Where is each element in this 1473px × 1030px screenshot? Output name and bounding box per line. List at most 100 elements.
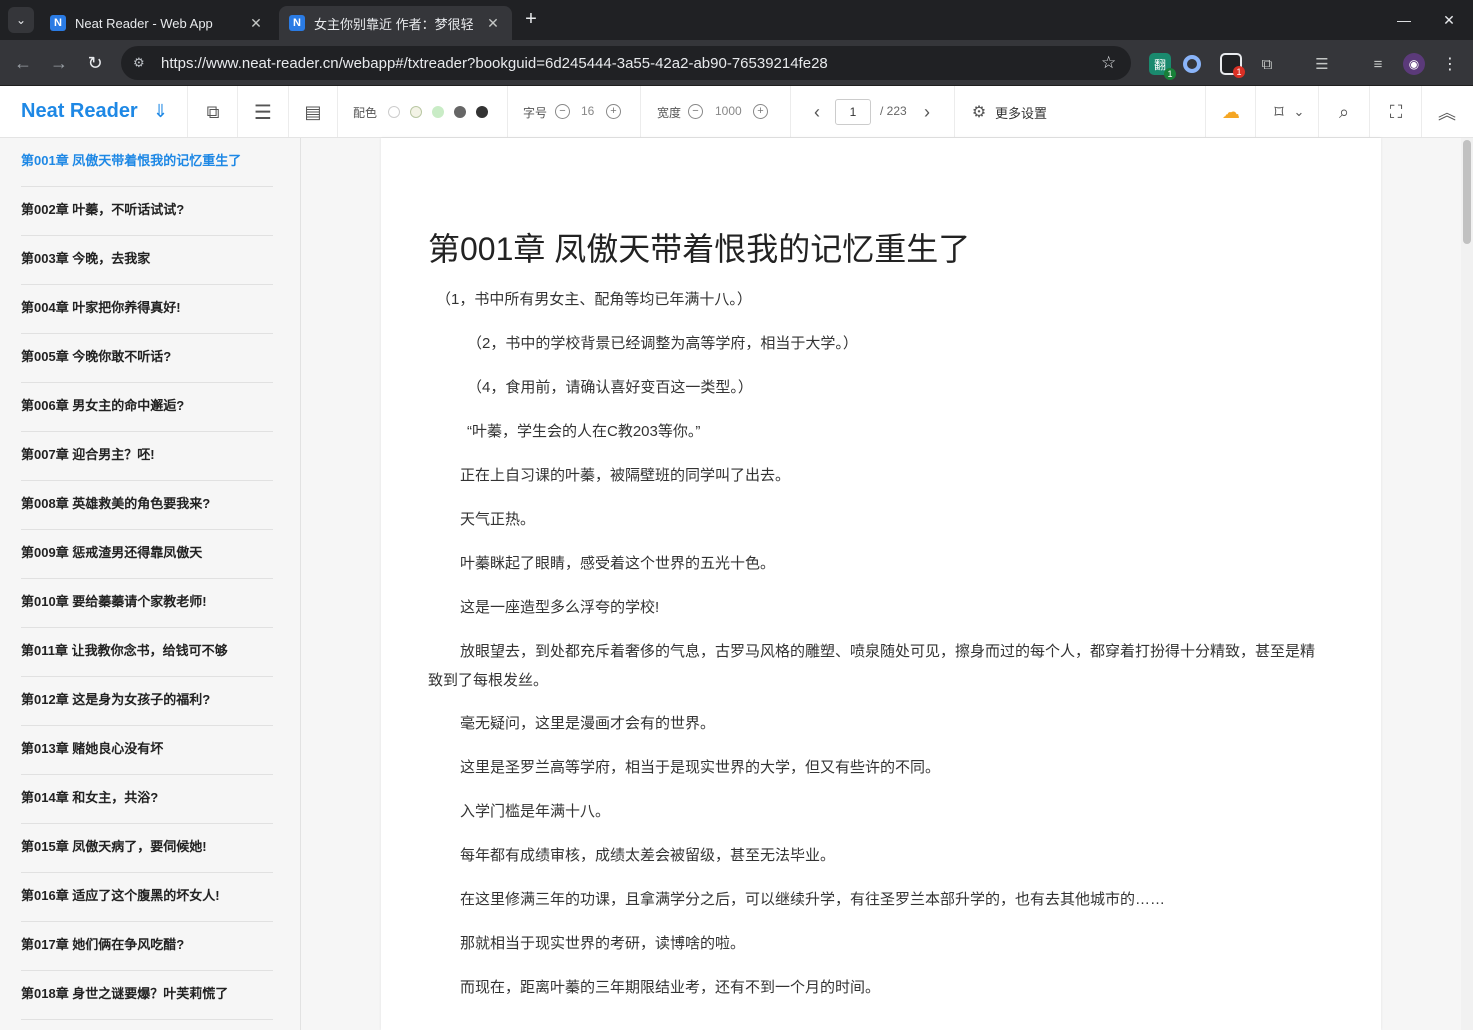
bookmark-dropdown-chevron-icon[interactable]: ⌄ [1288,101,1310,123]
paragraph: （4，食用前，请确认喜好变百这一类型。） [467,379,753,396]
chapter-item[interactable]: 第010章 要给蓁蓁请个家教老师! [21,579,273,628]
site-settings-icon[interactable]: ⚙ [133,55,153,71]
fullscreen-icon[interactable]: ⛶ [1385,101,1407,123]
extension-translate-icon[interactable]: 翻1 [1149,53,1176,80]
new-tab-button[interactable]: + [520,9,542,31]
tab-title: Neat Reader - Web App [75,15,213,31]
chapter-item[interactable]: 第017章 她们俩在争风吃醋? [21,922,273,971]
paragraph: 那就相当于现实世界的考研，读博啥的啦。 [460,935,746,952]
paragraph: 每年都有成绩审核，成绩太差会被留级，甚至无法毕业。 [460,847,836,864]
reload-icon[interactable]: ↻ [83,51,107,75]
tab-close-icon[interactable]: ✕ [247,15,265,32]
extension-record-icon[interactable]: 1 [1220,53,1245,78]
chapter-item[interactable]: 第004章 叶家把你养得真好! [21,285,273,334]
chapter-item[interactable]: 第011章 让我教你念书，给钱可不够 [21,628,273,677]
paragraph: 这里是圣罗兰高等学府，相当于是现实世界的大学，但又有些许的不同。 [460,759,941,776]
chapter-item[interactable]: 第018章 身世之谜要爆？叶芙莉慌了 [21,971,273,1020]
browser-toolbar: ← → ↻ ⚙ https://www.neat-reader.cn/webap… [0,40,1473,86]
media-control-icon[interactable]: ≡ [1367,53,1389,75]
chapter-item[interactable]: 第015章 凤傲天病了，要伺候她! [21,824,273,873]
more-settings-button[interactable]: 更多设置 [995,103,1047,122]
back-icon[interactable]: ← [11,51,35,75]
extension-badge: 1 [1233,66,1245,78]
chapter-list: 第001章 凤傲天带着恨我的记忆重生了 第002章 叶蓁，不听话试试? 第003… [0,138,301,1030]
toc-menu-icon[interactable]: ☰ [252,101,274,124]
page-number-input[interactable]: 1 [835,99,871,125]
tab-title: 女主你别靠近 作者：梦很轻 [314,16,474,32]
chapter-item[interactable]: 第016章 适应了这个腹黑的坏女人! [21,873,273,922]
paragraph: 而现在，距离叶蓁的三年期限结业考，还有不到一个月的时间。 [460,979,881,996]
paragraph: “叶蓁，学生会的人在C教203等你。” [467,423,701,440]
url-text[interactable]: https://www.neat-reader.cn/webapp#/txtre… [161,55,1101,72]
chapter-item[interactable]: 第002章 叶蓁，不听话试试? [21,187,273,236]
chapter-item[interactable]: 第001章 凤傲天带着恨我的记忆重生了 [21,138,273,187]
library-icon[interactable]: ⇓ [153,101,168,122]
scrollbar-thumb[interactable] [1463,140,1471,244]
paragraph: 在这里修满三年的功课，且拿满学分之后，可以继续升学，有往圣罗兰本部升学的，也有去… [460,891,1166,908]
tab-neat-reader[interactable]: N Neat Reader - Web App ✕ [40,6,275,40]
maximize-button[interactable] [1380,0,1426,40]
settings-gear-icon[interactable]: ⚙ [968,101,990,123]
close-window-button[interactable]: ✕ [1426,0,1472,40]
prev-page-icon[interactable]: ‹ [806,101,828,123]
tab-close-icon[interactable]: ✕ [484,15,502,32]
copy-icon[interactable]: ⧉ [202,101,224,123]
chapter-item[interactable]: 第009章 惩戒渣男还得靠凤傲天 [21,530,273,579]
chapter-item[interactable]: 第006章 男女主的命中邂逅? [21,383,273,432]
font-increase-button[interactable]: + [606,104,621,119]
browser-menu-icon[interactable]: ⋮ [1439,53,1461,75]
search-icon[interactable]: ⌕ [1333,101,1355,123]
chapter-item[interactable]: 第005章 今晚你敢不听话? [21,334,273,383]
bookmark-icon[interactable]: ⌑ [1268,101,1290,123]
next-page-icon[interactable]: › [916,101,938,123]
paragraph: 这是一座造型多么浮夸的学校! [460,599,660,616]
chapter-title: 第001章 凤傲天带着恨我的记忆重生了 [428,231,971,267]
chapter-item[interactable]: 第007章 迎合男主？呸! [21,432,273,481]
width-increase-button[interactable]: + [753,104,768,119]
profile-avatar[interactable]: ◉ [1403,53,1425,75]
brand-logo[interactable]: Neat Reader [21,100,138,123]
width-decrease-button[interactable]: − [688,104,703,119]
tab-book[interactable]: N 女主你别靠近 作者：梦很轻 ✕ [279,6,512,40]
chapter-item[interactable]: 第013章 赌她良心没有坏 [21,726,273,775]
reading-page: 第001章 凤傲天带着恨我的记忆重生了 （1，书中所有男女主、配角等均已年满十八… [381,138,1381,1030]
chapter-item[interactable]: 第008章 英雄救美的角色要我来? [21,481,273,530]
width-label: 宽度 [657,106,682,120]
tab-search-chevron-icon[interactable]: ⌄ [8,7,34,33]
address-bar[interactable]: ⚙ https://www.neat-reader.cn/webapp#/txt… [121,46,1131,80]
font-size-value: 16 [581,104,595,118]
neat-reader-favicon-icon: N [289,15,305,31]
cloud-sync-icon[interactable]: ☁ [1220,101,1242,123]
color-scheme-label: 配色 [353,106,378,120]
reader-toolbar: Neat Reader ⇓ ⧉ ☰ ▤ 配色 字号 − 16 + 宽度 − 10… [0,86,1473,138]
paragraph: 入学门槛是年满十八。 [460,803,611,820]
swatch-dark[interactable] [476,106,488,118]
reading-list-icon[interactable]: ☰ [1311,53,1333,75]
swatch-gray[interactable] [454,106,466,118]
extension-circle-icon[interactable] [1183,55,1201,73]
paragraph: （1，书中所有男女主、配角等均已年满十八。） [436,291,752,308]
paragraph: （2，书中的学校背景已经调整为高等学府，相当于大学。） [467,335,858,352]
browser-tab-bar: ⌄ N Neat Reader - Web App ✕ N 女主你别靠近 作者：… [0,0,1473,40]
total-pages: / 223 [880,104,907,118]
paragraph: 毫无疑问，这里是漫画才会有的世界。 [460,715,716,732]
forward-icon[interactable]: → [47,51,71,75]
paragraph: 正在上自习课的叶蓁，被隔壁班的同学叫了出去。 [460,467,791,484]
width-value: 1000 [715,104,742,118]
paragraph: 放眼望去，到处都充斥着奢侈的气息，古罗马风格的雕塑、喷泉随处可见，擦身而过的每个… [428,643,1316,689]
chapter-item[interactable]: 第003章 今晚，去我家 [21,236,273,285]
bookmark-star-icon[interactable]: ☆ [1101,53,1131,73]
chapter-item[interactable]: 第012章 这是身为女孩子的福利? [21,677,273,726]
paragraph: 叶蓁眯起了眼睛，感受着这个世界的五光十色。 [460,555,776,572]
swatch-green[interactable] [432,106,444,118]
font-decrease-button[interactable]: − [555,104,570,119]
extension-badge: 1 [1164,68,1176,80]
chapter-item[interactable]: 第014章 和女主，共浴? [21,775,273,824]
neat-reader-favicon-icon: N [50,15,66,31]
collapse-toolbar-icon[interactable]: ︽ [1436,101,1458,123]
extensions-puzzle-icon[interactable]: ⧉ [1256,53,1278,75]
page-scrollbar[interactable] [1461,138,1473,1030]
swatch-cream[interactable] [410,106,422,118]
notes-icon[interactable]: ▤ [302,101,324,123]
swatch-white[interactable] [388,106,400,118]
